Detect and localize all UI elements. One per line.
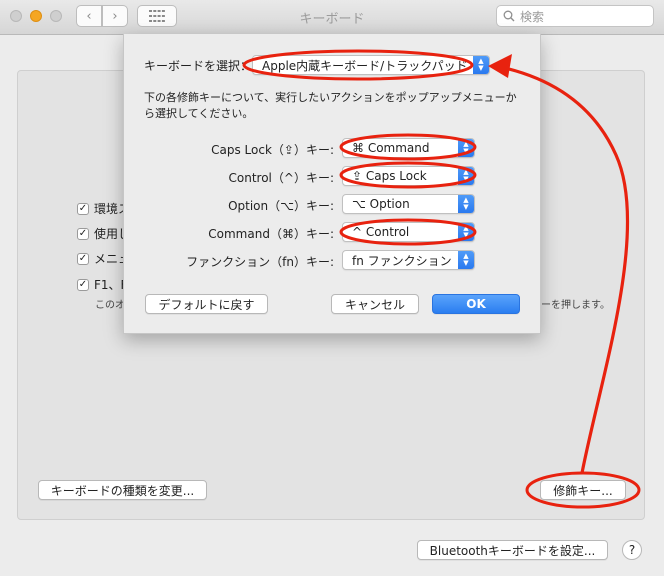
caps-lock-popup[interactable]: ⌘ Command ▲ ▼: [342, 138, 475, 158]
search-field[interactable]: 検索: [496, 5, 654, 27]
modifier-keys-button[interactable]: 修飾キー...: [540, 480, 626, 500]
popup-arrows-icon: ▲ ▼: [458, 223, 474, 241]
popup-arrows-icon: ▲ ▼: [458, 139, 474, 157]
checkbox-row-4[interactable]: ✓ F1、F: [77, 276, 127, 293]
checkbox[interactable]: ✓: [77, 202, 89, 215]
cancel-button[interactable]: キャンセル: [331, 294, 419, 314]
fn-key-note-tail: ーを押します。: [541, 300, 610, 311]
control-popup[interactable]: ⇪ Caps Lock ▲ ▼: [342, 166, 475, 186]
option-label: Option（⌥）キー:: [228, 199, 334, 213]
search-icon: [503, 10, 515, 22]
option-popup[interactable]: ⌥ Option ▲ ▼: [342, 194, 475, 214]
caps-lock-value: ⌘ Command: [352, 141, 430, 155]
popup-arrows-icon: ▲ ▼: [458, 251, 474, 269]
modifier-keys-sheet: キーボードを選択： Apple内蔵キーボード/トラックパッド ▲ ▼ 下の各修飾キ…: [123, 34, 541, 334]
bluetooth-keyboard-setup-button[interactable]: Bluetoothキーボードを設定...: [417, 540, 608, 560]
change-keyboard-type-button[interactable]: キーボードの種類を変更...: [38, 480, 207, 500]
command-popup[interactable]: ^ Control ▲ ▼: [342, 222, 475, 242]
keyboard-select-popup[interactable]: Apple内蔵キーボード/トラックパッド ▲ ▼: [252, 55, 490, 75]
help-button[interactable]: ?: [622, 540, 642, 560]
ok-button[interactable]: OK: [432, 294, 520, 314]
popup-arrows-icon: ▲ ▼: [473, 56, 489, 74]
function-value: fn ファンクション: [352, 253, 452, 268]
caps-lock-label: Caps Lock（⇪）キー:: [211, 143, 334, 157]
checkbox[interactable]: ✓: [77, 227, 89, 240]
command-value: ^ Control: [352, 225, 410, 239]
fn-key-note: このオ: [95, 300, 125, 311]
checkbox[interactable]: ✓: [77, 252, 89, 265]
popup-arrows-icon: ▲ ▼: [458, 195, 474, 213]
function-popup[interactable]: fn ファンクション ▲ ▼: [342, 250, 475, 270]
keyboard-select-value: Apple内蔵キーボード/トラックパッド: [262, 58, 468, 73]
command-label: Command（⌘）キー:: [208, 227, 334, 241]
control-label: Control（^）キー:: [228, 171, 334, 185]
option-value: ⌥ Option: [352, 197, 410, 211]
title-bar: ‹ › キーボード 検索: [0, 0, 664, 35]
checkbox[interactable]: ✓: [77, 278, 89, 291]
control-value: ⇪ Caps Lock: [352, 169, 427, 183]
restore-defaults-button[interactable]: デフォルトに戻す: [145, 294, 268, 314]
search-placeholder: 検索: [520, 9, 545, 24]
popup-arrows-icon: ▲ ▼: [458, 167, 474, 185]
function-label: ファンクション（fn）キー:: [186, 255, 334, 269]
sheet-description: 下の各修飾キーについて、実行したいアクションをポップアップメニューから選択してく…: [144, 91, 517, 120]
keyboard-select-label: キーボードを選択：: [144, 59, 253, 73]
